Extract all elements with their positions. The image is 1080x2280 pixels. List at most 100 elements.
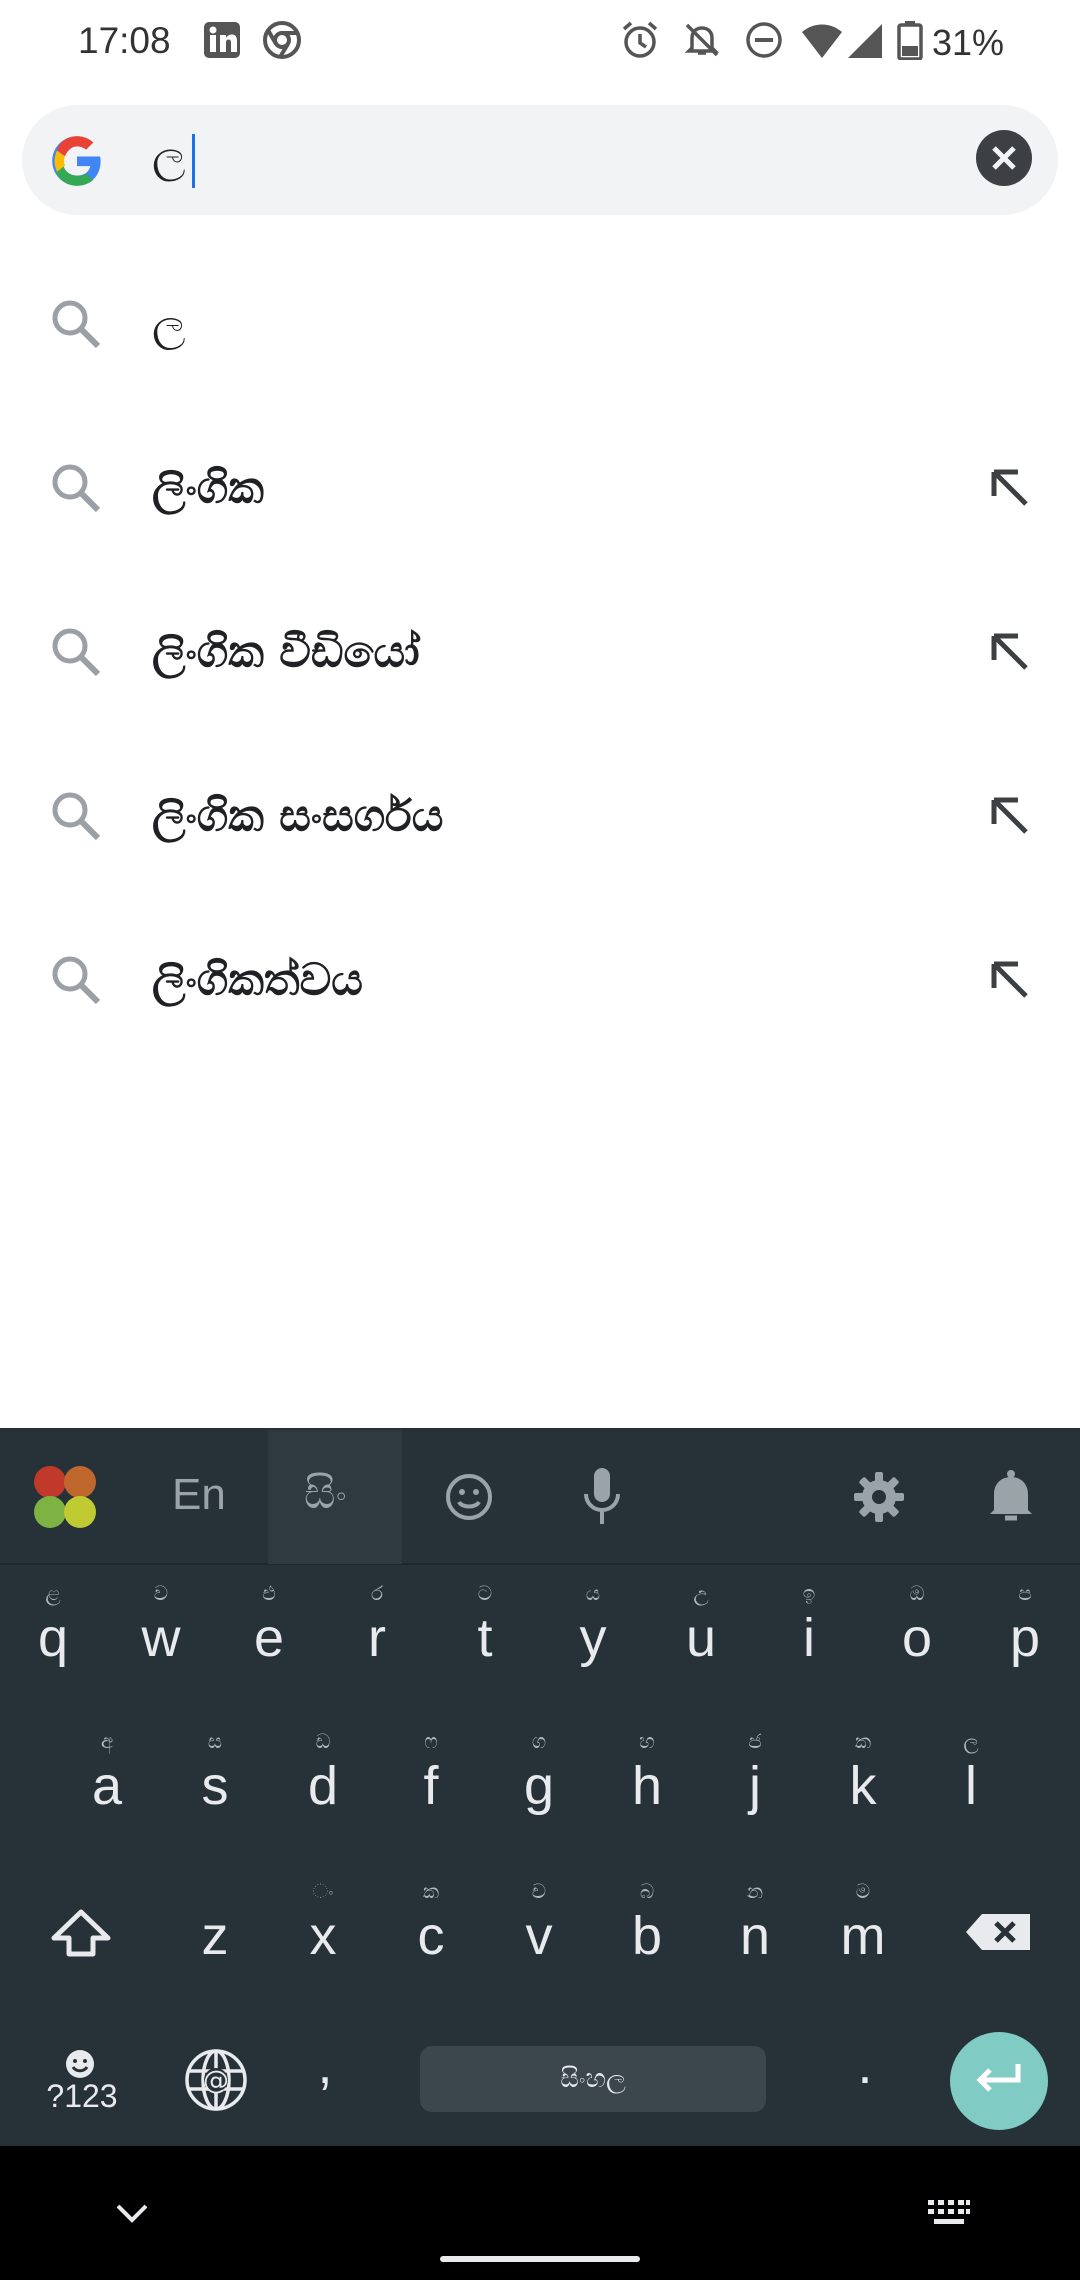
key-u[interactable]: උu	[656, 1578, 746, 1668]
keyboard-switch-icon[interactable]	[926, 2198, 972, 2228]
key-hint: ම	[855, 1879, 871, 1903]
key-m[interactable]: මm	[818, 1876, 908, 1966]
key-hint: අ	[100, 1729, 114, 1753]
key-j[interactable]: ජj	[710, 1726, 800, 1816]
fill-query-arrow-icon[interactable]	[986, 956, 1034, 1004]
battery-percent: 31%	[932, 22, 1005, 63]
key-label: d	[307, 1756, 339, 1816]
key-q[interactable]: ළq	[8, 1578, 98, 1668]
search-icon	[52, 792, 101, 841]
suggestion-text: ලිංගිකත්වය	[152, 954, 363, 1006]
fill-query-arrow-icon[interactable]	[986, 464, 1034, 512]
comma-key[interactable]: ,	[300, 2034, 350, 2096]
key-hint: ච	[531, 1879, 547, 1903]
wifi-icon	[802, 24, 842, 58]
suggestion-text: ලිංගික වීඩියෝ	[152, 626, 420, 678]
key-label: u	[685, 1608, 717, 1668]
apps-icon[interactable]	[32, 1464, 98, 1530]
enter-key[interactable]	[950, 2032, 1048, 2130]
suggestion-item[interactable]: ලිංගික සංසර්ගය	[0, 734, 1080, 898]
suggestion-item[interactable]: ලිංගික	[0, 406, 1080, 570]
symbols-key[interactable]: ?123	[44, 2078, 120, 2115]
settings-icon[interactable]	[852, 1470, 906, 1524]
key-n[interactable]: නn	[710, 1876, 800, 1966]
globe-key[interactable]: @	[184, 2048, 248, 2112]
microphone-icon[interactable]	[582, 1466, 622, 1528]
key-v[interactable]: චv	[494, 1876, 584, 1966]
suggestion-item[interactable]: ලිංගික වීඩියෝ	[0, 570, 1080, 734]
suggestion-item[interactable]: ලිංගිකත්වය	[0, 898, 1080, 1062]
suggestion-text: ලිංගික සංසර්ගය	[152, 790, 444, 842]
search-input[interactable]: ල	[152, 130, 186, 181]
search-icon	[52, 956, 101, 1005]
key-h[interactable]: හh	[602, 1726, 692, 1816]
key-y[interactable]: යy	[548, 1578, 638, 1668]
key-label: x	[309, 1906, 337, 1966]
key-l[interactable]: ලl	[926, 1726, 1016, 1816]
hide-keyboard-chevron-icon[interactable]	[114, 2202, 150, 2224]
key-p[interactable]: පp	[980, 1578, 1070, 1668]
key-s[interactable]: සs	[170, 1726, 260, 1816]
key-t[interactable]: ටt	[440, 1578, 530, 1668]
signal-icon	[848, 24, 882, 58]
suggestion-text: ල	[152, 298, 186, 350]
key-x[interactable]: ං x	[278, 1876, 368, 1966]
suggestion-item[interactable]: ල	[0, 242, 1080, 406]
key-w[interactable]: වw	[116, 1578, 206, 1668]
key-label: l	[965, 1756, 977, 1816]
chrome-icon	[263, 21, 301, 59]
key-hint: ජ	[748, 1729, 762, 1753]
key-label: r	[368, 1608, 386, 1668]
keyboard-toolbar	[0, 1428, 1080, 1564]
key-hint: ර	[370, 1581, 384, 1605]
key-label: m	[840, 1906, 886, 1966]
period-key[interactable]: .	[840, 2034, 890, 2096]
key-c[interactable]: කc	[386, 1876, 476, 1966]
bell-icon[interactable]	[986, 1468, 1036, 1524]
key-label: c	[417, 1906, 445, 1966]
emoji-icon[interactable]	[444, 1472, 494, 1522]
key-e[interactable]: එe	[224, 1578, 314, 1668]
key-hint: ක	[422, 1879, 440, 1903]
key-f[interactable]: ෆf	[386, 1726, 476, 1816]
key-label: b	[631, 1906, 663, 1966]
key-label: w	[141, 1608, 181, 1668]
key-label: h	[631, 1756, 663, 1816]
do-not-disturb-icon	[746, 22, 782, 58]
lang-tab-english[interactable]: En	[172, 1470, 226, 1520]
lang-tab-sinhala-label: සිං	[304, 1468, 347, 1519]
key-hint: ග	[531, 1729, 547, 1753]
key-label: q	[37, 1608, 69, 1668]
space-key[interactable]: සිංහල	[420, 2046, 766, 2112]
key-r[interactable]: රr	[332, 1578, 422, 1668]
clear-search-button[interactable]	[976, 130, 1032, 186]
key-hint: ව	[153, 1581, 169, 1605]
battery-icon	[897, 21, 923, 60]
key-label: g	[523, 1756, 555, 1816]
key-label: p	[1009, 1608, 1041, 1668]
key-i[interactable]: ඉi	[764, 1578, 854, 1668]
home-gesture-pill[interactable]	[440, 2256, 640, 2262]
google-logo-icon	[52, 136, 101, 186]
fill-query-arrow-icon[interactable]	[986, 628, 1034, 676]
fill-query-arrow-icon[interactable]	[986, 792, 1034, 840]
key-label: n	[739, 1906, 771, 1966]
key-g[interactable]: ගg	[494, 1726, 584, 1816]
key-k[interactable]: කk	[818, 1726, 908, 1816]
suggestion-text: ලිංගික	[152, 462, 264, 514]
backspace-key[interactable]	[964, 1912, 1032, 1952]
key-a[interactable]: අa	[62, 1726, 152, 1816]
key-o[interactable]: ඔo	[872, 1578, 962, 1668]
key-label: j	[749, 1756, 761, 1816]
key-hint: බ	[639, 1879, 655, 1903]
key-hint: ක	[854, 1729, 872, 1753]
key-z[interactable]: z	[170, 1876, 260, 1966]
shift-key[interactable]	[50, 1908, 112, 1960]
key-hint: ඔ	[909, 1581, 925, 1605]
key-d[interactable]: ඩd	[278, 1726, 368, 1816]
key-hint: හ	[639, 1729, 655, 1753]
enter-arrow-icon	[976, 2064, 1021, 2092]
svg-text:@: @	[203, 2066, 229, 2096]
smiley-hint-icon	[66, 2050, 94, 2078]
key-b[interactable]: බb	[602, 1876, 692, 1966]
